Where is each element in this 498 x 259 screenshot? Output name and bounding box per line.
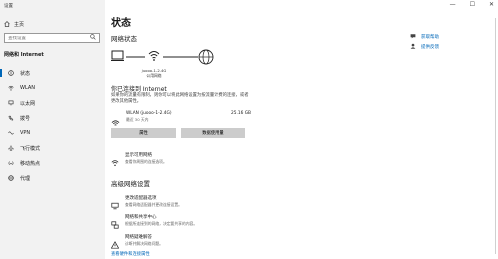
wlan-usage-row: WLAN (juooo-1-2.4G) 最近 30 天内 25.16 GB: [111, 110, 251, 126]
close-button[interactable]: ✕: [489, 1, 494, 8]
home-label: 主页: [14, 21, 25, 28]
page-title: 状态: [111, 18, 131, 29]
vpn-icon: [8, 130, 14, 136]
globe-icon: [8, 175, 14, 181]
search-icon[interactable]: [90, 34, 96, 42]
sidebar-home[interactable]: 主页: [4, 20, 24, 28]
sidebar-item-label: VPN: [20, 130, 31, 136]
show-networks-link[interactable]: 显示可用网络 查看你周围的连接选项。: [111, 152, 167, 167]
data-usage-button[interactable]: 数据使用量: [181, 128, 245, 138]
advanced-heading: 高级网络设置: [111, 180, 150, 188]
troubleshooter-desc: 诊断并解决网络问题。: [125, 241, 163, 246]
sidebar-item-airplane[interactable]: 飞行模式: [0, 142, 105, 154]
window-controls: — ☐ ✕: [450, 1, 494, 8]
troubleshooter-link[interactable]: 网络疑难解答 诊断并解决网络问题。: [110, 234, 163, 249]
network-type: 公用网络: [146, 73, 162, 78]
wifi-signal-icon: [148, 51, 160, 61]
sidebar-item-proxy[interactable]: 代理: [0, 172, 105, 184]
network-diagram: juooo-1-2.4G 公用网络: [111, 48, 221, 78]
ethernet-icon: [8, 100, 14, 106]
sidebar-item-label: WLAN: [20, 85, 36, 91]
dialup-icon: [8, 115, 14, 121]
wlan-period: 最近 30 天内: [126, 117, 149, 122]
sidebar-item-label: 以太网: [20, 100, 36, 107]
minimize-button[interactable]: —: [450, 1, 456, 8]
show-networks-icon: [111, 152, 119, 167]
get-help-link[interactable]: 获取帮助: [410, 32, 439, 42]
search-input[interactable]: [8, 35, 88, 41]
sharing-center-title: 网络和共享中心: [125, 215, 157, 220]
adapter-options-title: 更改适配器选项: [125, 196, 157, 201]
status-icon: [8, 70, 14, 76]
feedback-label: 提供反馈: [421, 45, 439, 50]
sidebar-item-label: 拨号: [20, 115, 31, 122]
connected-title: 你已连接到 Internet: [111, 86, 167, 93]
sidebar-item-label: 状态: [20, 70, 31, 77]
sidebar-item-label: 飞行模式: [20, 145, 41, 152]
show-networks-title: 显示可用网络: [125, 153, 152, 158]
sidebar: 设置 主页 网络和 Internet 状态 WLAN 以太网 拨号: [0, 0, 105, 259]
window-title: 设置: [4, 4, 13, 9]
network-diagram-graphic: [111, 49, 214, 65]
warning-icon: [110, 234, 120, 249]
hotspot-icon: [8, 160, 14, 166]
related-links: 获取帮助 提供反馈: [410, 32, 439, 52]
get-help-label: 获取帮助: [421, 35, 439, 40]
show-networks-desc: 查看你周围的连接选项。: [125, 159, 167, 164]
sharing-center-link[interactable]: 网络和共享中心 根据所连接到的网络，决定要共享的内容。: [111, 214, 198, 229]
sidebar-item-hotspot[interactable]: 移动热点: [0, 157, 105, 169]
network-label: juooo-1-2.4G 公用网络: [139, 68, 169, 78]
adapter-options-link[interactable]: 更改适配器选项 查看网络适配器并更改连接设置。: [111, 195, 182, 210]
feedback-link[interactable]: 提供反馈: [410, 42, 439, 52]
troubleshooter-title: 网络疑难解答: [125, 235, 152, 240]
sharing-center-icon: [111, 214, 119, 229]
help-icon: [410, 33, 416, 41]
sidebar-item-vpn[interactable]: VPN: [0, 127, 105, 139]
search-box[interactable]: [4, 33, 100, 43]
sidebar-item-wlan[interactable]: WLAN: [0, 82, 105, 94]
adapter-options-desc: 查看网络适配器并更改连接设置。: [125, 202, 182, 207]
sidebar-item-label: 代理: [20, 175, 31, 182]
sidebar-item-dialup[interactable]: 拨号: [0, 112, 105, 124]
sidebar-item-ethernet[interactable]: 以太网: [0, 97, 105, 109]
main-content: — ☐ ✕ 状态 网络状态 juooo-1-2.4G 公用网络 你已连接到 In…: [105, 0, 498, 259]
home-icon: [4, 21, 10, 27]
scrollbar[interactable]: [494, 18, 497, 254]
laptop-icon: [111, 50, 124, 61]
sidebar-item-label: 移动热点: [20, 160, 41, 167]
feedback-icon: [410, 43, 416, 51]
wifi-icon: [8, 85, 14, 91]
wlan-name: WLAN (juooo-1-2.4G): [126, 111, 172, 116]
sidebar-section-title: 网络和 Internet: [4, 52, 44, 58]
internet-globe-icon: [198, 49, 214, 65]
sidebar-item-status[interactable]: 状态: [0, 67, 105, 79]
hardware-properties-link[interactable]: 查看硬件和连接属性: [111, 251, 150, 257]
adapter-icon: [111, 195, 119, 210]
network-status-heading: 网络状态: [111, 35, 137, 43]
wlan-usage-value: 25.16 GB: [231, 111, 251, 116]
airplane-icon: [8, 145, 14, 151]
properties-button[interactable]: 属性: [111, 128, 176, 138]
sharing-center-desc: 根据所连接到的网络，决定要共享的内容。: [125, 221, 198, 226]
connected-description: 如果你的流量有限制，则你可以将此网络设置为按流量计费的连接，或者更改其他属性。: [111, 93, 249, 104]
maximize-button[interactable]: ☐: [470, 1, 475, 8]
